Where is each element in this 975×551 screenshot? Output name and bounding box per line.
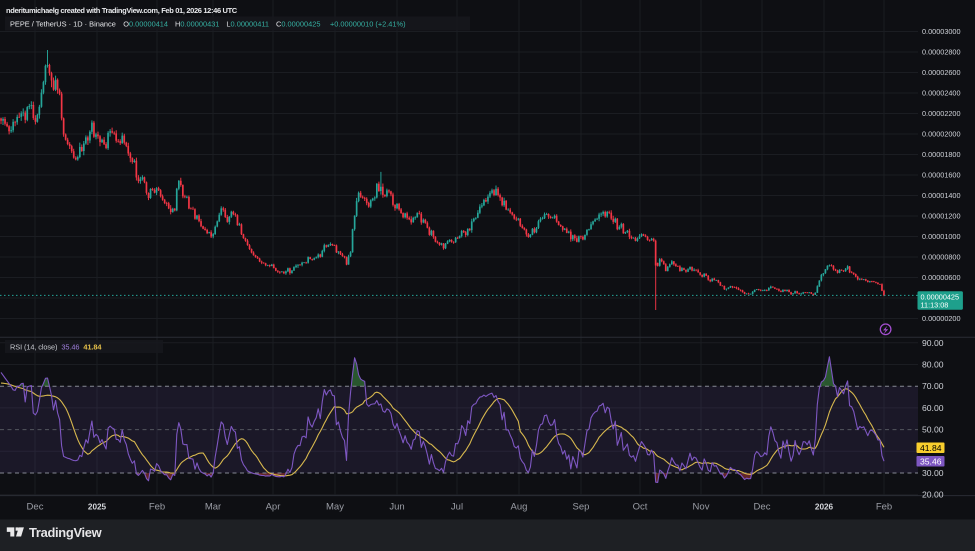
svg-text:Feb: Feb (149, 502, 165, 513)
svg-text:RSI (14, close)35.4641.84: RSI (14, close)35.4641.84 (10, 343, 102, 352)
svg-text:2026: 2026 (815, 503, 834, 512)
svg-text:Nov: Nov (693, 502, 710, 513)
svg-text:11:13:08: 11:13:08 (921, 301, 949, 310)
svg-text:Aug: Aug (511, 502, 528, 513)
svg-text:nderitumichaelg created with T: nderitumichaelg created with TradingView… (6, 6, 238, 15)
svg-text:Oct: Oct (633, 502, 648, 513)
svg-text:80.00: 80.00 (922, 360, 944, 370)
svg-text:TradingView: TradingView (29, 525, 103, 540)
svg-text:May: May (326, 502, 344, 513)
svg-text:Mar: Mar (205, 502, 221, 513)
svg-text:70.00: 70.00 (922, 381, 944, 391)
svg-text:0.00001600: 0.00001600 (922, 171, 961, 180)
svg-text:50.00: 50.00 (922, 425, 944, 435)
svg-text:35.46: 35.46 (920, 456, 942, 466)
svg-text:PEPE / TetherUS · 1D · Binance: PEPE / TetherUS · 1D · BinanceO0.0000041… (10, 20, 406, 29)
svg-text:Apr: Apr (266, 502, 281, 513)
svg-text:Jul: Jul (451, 502, 463, 513)
svg-text:0.00001000: 0.00001000 (922, 232, 961, 241)
svg-text:0.00002800: 0.00002800 (922, 48, 961, 57)
svg-text:Dec: Dec (27, 502, 44, 513)
svg-text:Jun: Jun (389, 502, 404, 513)
svg-text:0.00003000: 0.00003000 (922, 27, 961, 36)
svg-text:0.00000600: 0.00000600 (922, 273, 961, 282)
svg-text:60.00: 60.00 (922, 403, 944, 413)
svg-text:0.00000200: 0.00000200 (922, 314, 961, 323)
svg-text:0.00002200: 0.00002200 (922, 109, 961, 118)
svg-text:0.00001800: 0.00001800 (922, 150, 961, 159)
svg-text:Feb: Feb (876, 502, 892, 513)
svg-text:41.84: 41.84 (920, 443, 942, 453)
svg-text:2025: 2025 (88, 503, 107, 512)
svg-text:Dec: Dec (754, 502, 771, 513)
svg-text:0.00001200: 0.00001200 (922, 212, 961, 221)
svg-text:0.00001400: 0.00001400 (922, 191, 961, 200)
svg-text:20.00: 20.00 (922, 490, 944, 500)
svg-text:0.00000800: 0.00000800 (922, 253, 961, 262)
svg-text:Sep: Sep (573, 502, 590, 513)
svg-text:0.00002400: 0.00002400 (922, 89, 961, 98)
svg-text:30.00: 30.00 (922, 468, 944, 478)
svg-text:0.00002600: 0.00002600 (922, 68, 961, 77)
svg-text:0.00002000: 0.00002000 (922, 130, 961, 139)
svg-text:90.00: 90.00 (922, 338, 944, 348)
